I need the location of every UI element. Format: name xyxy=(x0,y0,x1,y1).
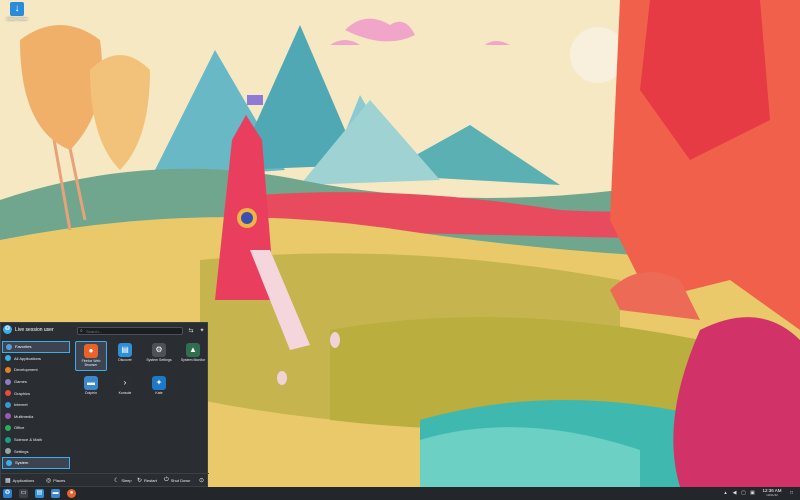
shutdown-button[interactable]: ⏻ Shut Down xyxy=(164,477,190,484)
restart-icon: ↻ xyxy=(137,478,143,484)
network-icon[interactable]: ▣ xyxy=(749,489,756,498)
app-tile[interactable]: ▤ Discover xyxy=(109,341,141,371)
app-icon: ● xyxy=(84,344,98,358)
launcher-footer: ▦ Applications ◎ Places ☾ Sleep ↻ Restar… xyxy=(1,473,209,488)
desktop-icon-label: Install Debian xyxy=(6,17,28,21)
grid-icon: ▦ xyxy=(5,478,11,484)
restart-label: Restart xyxy=(144,478,157,483)
category-label: Favorites xyxy=(15,344,32,350)
app-tile[interactable]: ▬ Dolphin xyxy=(75,374,107,404)
category-label: Science & Math xyxy=(14,437,43,443)
app-tile[interactable]: ▲ System Monitor xyxy=(177,341,209,371)
power-icon: ⏻ xyxy=(164,477,169,483)
show-desktop-icon[interactable]: □ xyxy=(788,489,795,498)
configure-icon[interactable]: ⇆ xyxy=(187,327,195,335)
app-label: Kate xyxy=(155,391,163,395)
category-icon xyxy=(5,355,11,362)
tab-places-label: Places xyxy=(53,478,66,483)
app-icon: ▲ xyxy=(186,343,200,357)
search-input[interactable] xyxy=(86,328,180,334)
category-label: All Applications xyxy=(14,355,41,361)
category-item[interactable]: Settings xyxy=(2,445,70,457)
category-item[interactable]: Office xyxy=(2,422,70,434)
category-item[interactable]: Graphics xyxy=(2,387,70,399)
app-label: Dolphin xyxy=(85,391,97,395)
download-icon: ↓ xyxy=(10,2,24,16)
app-icon: ▬ xyxy=(84,376,98,390)
application-launcher: ❂ Live session user ⌕ ⇆ ✦ Favorites All A… xyxy=(0,322,209,488)
app-icon: ⚙ xyxy=(152,343,166,357)
category-item[interactable]: Science & Math xyxy=(2,434,70,446)
app-icon: › xyxy=(118,376,132,390)
category-icon xyxy=(5,448,11,455)
app-label: Discover xyxy=(118,358,132,362)
discover-icon[interactable]: ▤ xyxy=(35,489,44,498)
app-tile[interactable]: › Konsole xyxy=(109,374,141,404)
category-icon xyxy=(5,424,11,431)
app-tile[interactable]: ⚙ System Settings xyxy=(143,341,175,371)
app-label: System Settings xyxy=(146,358,172,362)
category-item[interactable]: Development xyxy=(2,364,70,376)
sleep-button[interactable]: ☾ Sleep xyxy=(114,477,132,484)
restart-button[interactable]: ↻ Restart xyxy=(137,477,157,484)
search-field[interactable]: ⌕ xyxy=(77,327,183,335)
category-item[interactable]: Games xyxy=(2,376,70,388)
category-list: Favorites All Applications Development Game… xyxy=(2,341,70,469)
app-icon: ✦ xyxy=(152,376,166,390)
category-label: System xyxy=(15,460,29,466)
category-item[interactable]: All Applications xyxy=(2,353,70,365)
search-icon: ⌕ xyxy=(80,328,83,334)
app-label: Firefox Web Browser xyxy=(81,359,101,367)
clock-date: 10/21/22 xyxy=(766,493,778,497)
category-icon xyxy=(5,401,11,408)
sleep-label: Sleep xyxy=(121,478,132,483)
compass-icon: ◎ xyxy=(46,478,52,484)
volume-icon[interactable]: ◀ xyxy=(731,489,738,498)
category-icon xyxy=(5,378,11,385)
category-item[interactable]: System xyxy=(2,456,70,469)
app-label: System Monitor xyxy=(180,358,206,362)
category-label: Graphics xyxy=(14,390,31,396)
app-tile[interactable]: ✦ Kate xyxy=(143,374,175,404)
category-label: Settings xyxy=(14,448,29,454)
desktop-icon-install[interactable]: ↓ Install Debian xyxy=(2,2,32,21)
clipboard-icon[interactable]: ▢ xyxy=(740,489,747,498)
launcher-button[interactable]: ❂ xyxy=(3,489,12,498)
category-item[interactable]: Favorites xyxy=(2,341,70,353)
category-item[interactable]: Internet xyxy=(2,399,70,411)
taskbar: ❂ ▭ ▤ ▬ ● ▴ ◀ ▢ ▣ 12:36 AM 10/21/22 □ xyxy=(0,487,800,500)
app-tile[interactable]: ● Firefox Web Browser xyxy=(75,341,107,371)
category-item[interactable]: Multimedia xyxy=(2,411,70,423)
leave-icon[interactable]: ⊙ xyxy=(199,477,206,484)
shutdown-label: Shut Down xyxy=(170,478,191,483)
category-label: Development xyxy=(14,367,38,373)
virtual-desktops-icon[interactable]: ▭ xyxy=(19,489,28,498)
tab-places[interactable]: ◎ Places xyxy=(46,477,65,484)
app-icon: ▤ xyxy=(118,343,132,357)
firefox-icon[interactable]: ● xyxy=(67,489,76,498)
category-label: Internet xyxy=(14,402,28,408)
category-icon xyxy=(5,366,11,373)
dolphin-icon[interactable]: ▬ xyxy=(51,489,60,498)
app-label: Konsole xyxy=(118,391,132,395)
category-label: Games xyxy=(14,379,27,385)
category-icon xyxy=(6,343,12,350)
category-icon xyxy=(5,413,11,420)
category-icon xyxy=(6,459,12,466)
category-icon xyxy=(5,390,11,397)
pin-icon[interactable]: ✦ xyxy=(198,327,206,335)
tray-expand-icon[interactable]: ▴ xyxy=(722,489,729,498)
tab-applications[interactable]: ▦ Applications xyxy=(5,477,35,488)
avatar[interactable]: ❂ xyxy=(3,325,12,334)
digital-clock[interactable]: 12:36 AM 10/21/22 xyxy=(760,488,784,497)
moon-icon: ☾ xyxy=(114,478,120,484)
user-name: Live session user xyxy=(15,327,54,333)
launcher-header: ❂ Live session user ⌕ ⇆ ✦ xyxy=(1,323,209,337)
tab-applications-label: Applications xyxy=(12,478,35,483)
category-icon xyxy=(5,436,11,443)
category-label: Multimedia xyxy=(14,413,34,419)
category-label: Office xyxy=(14,425,25,431)
